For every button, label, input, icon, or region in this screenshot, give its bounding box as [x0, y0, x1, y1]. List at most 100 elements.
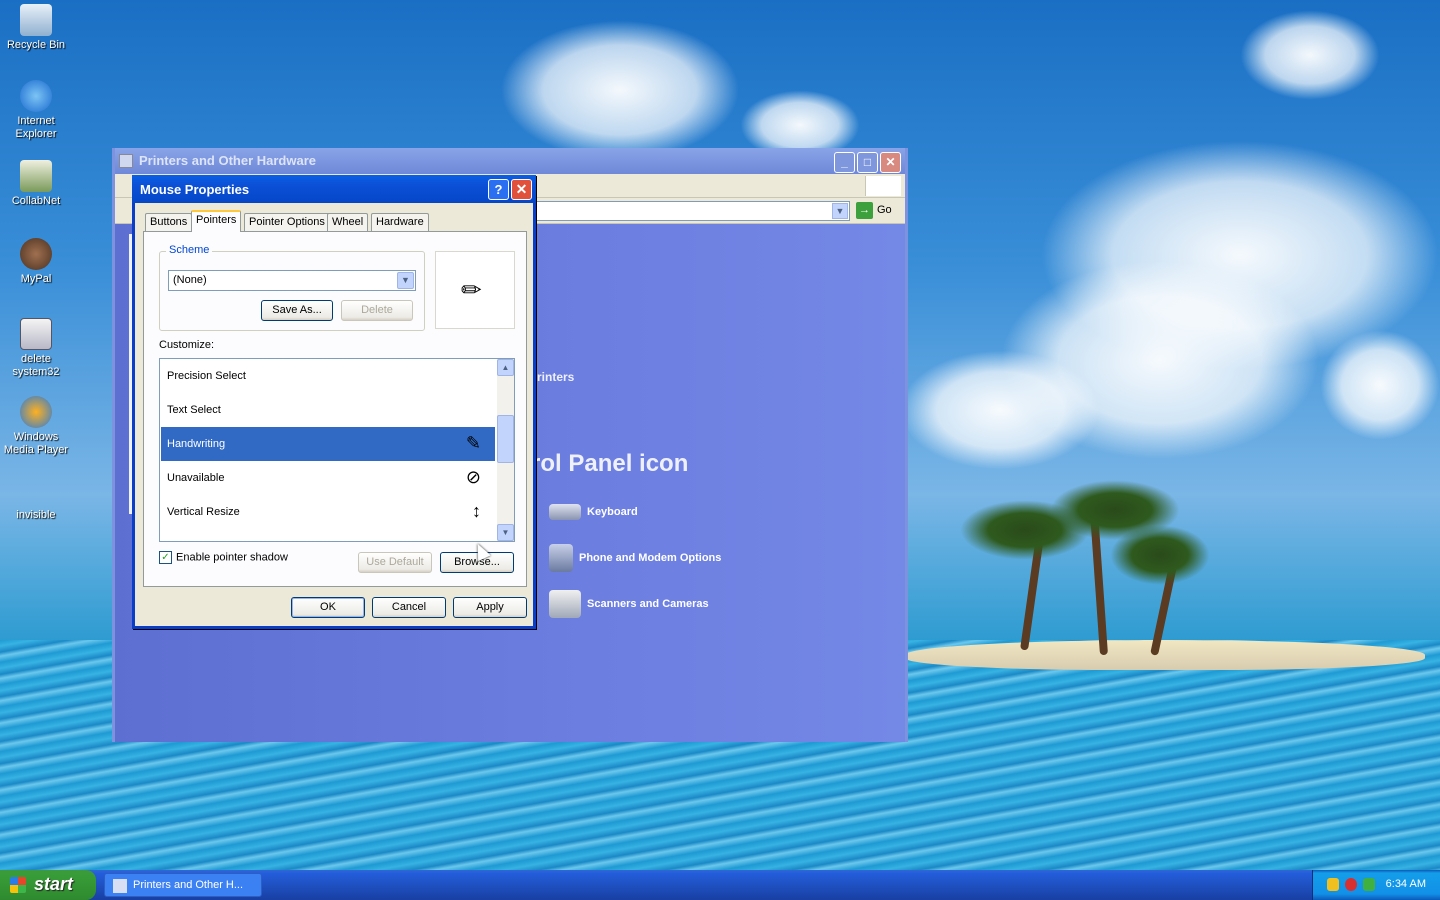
- desktop-icon-label: invisible: [16, 509, 56, 521]
- pick-icon-heading: rol Panel icon: [531, 450, 689, 477]
- cp-item-label: Phone and Modem Options: [579, 552, 722, 564]
- address-combo[interactable]: ▼: [535, 201, 850, 221]
- list-item[interactable]: Unavailable ⊘: [161, 461, 495, 495]
- tab-buttons[interactable]: Buttons: [145, 213, 193, 231]
- back-window-titlebar[interactable]: Printers and Other Hardware _ □ ✕: [115, 148, 905, 174]
- dialog-titlebar[interactable]: Mouse Properties ? ✕: [132, 175, 536, 203]
- list-item-selected[interactable]: Handwriting ✎: [161, 427, 495, 461]
- pointer-label: Vertical Resize: [167, 506, 240, 518]
- collabnet-icon: [20, 160, 52, 192]
- list-item[interactable]: Precision Select: [161, 359, 495, 393]
- desktop-icon-label: Recycle Bin: [6, 39, 66, 51]
- scheme-label: Scheme: [166, 244, 213, 256]
- customize-label: Customize:: [159, 339, 215, 351]
- cp-item-label: Keyboard: [587, 506, 638, 518]
- chevron-down-icon[interactable]: ▼: [832, 203, 848, 219]
- start-label: start: [34, 874, 74, 894]
- control-panel-icon: [119, 154, 133, 168]
- scheme-select[interactable]: (None) ▼: [168, 270, 416, 291]
- clock[interactable]: 6:34 AM: [1386, 878, 1426, 890]
- tab-hardware[interactable]: Hardware: [371, 213, 429, 231]
- control-panel-icon: [113, 879, 127, 893]
- blank-icon: [20, 474, 52, 506]
- pointer-shadow-checkbox[interactable]: ✓ Enable pointer shadow: [159, 551, 288, 564]
- desktop-icon-label: CollabNet: [11, 195, 61, 207]
- media-player-icon: [20, 396, 52, 428]
- pointer-label: Handwriting: [167, 438, 226, 450]
- recycle-bin-icon: [20, 4, 52, 36]
- maximize-button[interactable]: □: [857, 152, 878, 173]
- scanner-icon: [549, 590, 581, 619]
- desktop-icon-label: delete system32: [12, 353, 60, 378]
- ok-button[interactable]: OK: [291, 597, 365, 618]
- phone-icon: [549, 544, 573, 573]
- scroll-up-icon[interactable]: ▲: [497, 359, 514, 376]
- network-icon[interactable]: [1363, 878, 1375, 891]
- save-as-button[interactable]: Save As...: [261, 300, 333, 321]
- pointer-list[interactable]: Precision Select Text Select Handwriting…: [159, 358, 515, 542]
- cancel-button[interactable]: Cancel: [372, 597, 446, 618]
- desktop-icon-mypal[interactable]: MyPal: [0, 238, 72, 286]
- tab-wheel[interactable]: Wheel: [327, 213, 369, 231]
- desktop-icon-internet-explorer[interactable]: Internet Explorer: [0, 80, 72, 141]
- use-default-button: Use Default: [358, 552, 432, 573]
- mypal-icon: [20, 238, 52, 270]
- handwriting-cursor-icon: ✎: [455, 273, 489, 308]
- minimize-button[interactable]: _: [834, 152, 855, 173]
- taskbar-button-printers[interactable]: Printers and Other H...: [104, 873, 262, 897]
- checkmark-icon[interactable]: ✓: [159, 551, 172, 564]
- desktop-icon-recycle-bin[interactable]: Recycle Bin: [0, 4, 72, 52]
- keyboard-item[interactable]: Keyboard: [549, 496, 638, 528]
- help-button[interactable]: ?: [488, 179, 509, 200]
- internet-explorer-icon: [20, 80, 52, 112]
- scanners-cameras-item[interactable]: Scanners and Cameras: [549, 588, 709, 620]
- pointer-shadow-label: Enable pointer shadow: [176, 551, 288, 564]
- apply-button[interactable]: Apply: [453, 597, 527, 618]
- desktop-icon-delete-system32[interactable]: delete system32: [0, 318, 72, 379]
- desktop-icon-windows-media-player[interactable]: Windows Media Player: [0, 396, 72, 457]
- list-item[interactable]: Vertical Resize ↕: [161, 495, 495, 529]
- list-scrollbar[interactable]: ▲ ▼: [497, 359, 514, 541]
- handwriting-cursor-icon: ✎: [465, 433, 481, 453]
- desktop-icon-collabnet[interactable]: CollabNet: [0, 160, 72, 208]
- cursor-preview: ✎: [435, 251, 515, 329]
- scheme-value: (None): [173, 274, 207, 286]
- mouse-properties-dialog[interactable]: Mouse Properties ? ✕ Buttons Pointers Po…: [132, 175, 536, 629]
- go-button[interactable]: → Go: [856, 202, 892, 219]
- pointer-label: Text Select: [167, 404, 221, 416]
- delete-button: Delete: [341, 300, 413, 321]
- taskbar: start Printers and Other H... 6:34 AM: [0, 870, 1440, 900]
- pointers-tab-panel: Scheme (None) ▼ Save As... Delete ✎ Cust…: [143, 231, 527, 587]
- pointer-label: Unavailable: [167, 472, 225, 484]
- system-tray: 6:34 AM: [1312, 870, 1440, 900]
- list-item[interactable]: Text Select: [161, 393, 495, 427]
- tab-pointers[interactable]: Pointers: [191, 210, 242, 232]
- scroll-thumb[interactable]: [497, 415, 514, 463]
- dialog-close-button[interactable]: ✕: [511, 179, 532, 200]
- vertical-resize-cursor-icon: ↕: [472, 501, 481, 521]
- pointer-label: Precision Select: [167, 370, 246, 382]
- dialog-title: Mouse Properties: [140, 182, 250, 197]
- start-button[interactable]: start: [0, 870, 96, 900]
- security-shield-icon[interactable]: [1327, 878, 1339, 891]
- security-alert-icon[interactable]: [1345, 878, 1357, 891]
- go-label: Go: [877, 204, 892, 216]
- scheme-group: Scheme (None) ▼ Save As... Delete: [159, 244, 425, 331]
- chevron-down-icon[interactable]: ▼: [397, 272, 414, 289]
- scroll-down-icon[interactable]: ▼: [497, 524, 514, 541]
- keyboard-icon: [549, 504, 581, 521]
- desktop-icon-label: Windows Media Player: [3, 431, 69, 456]
- desktop-icon-invisible[interactable]: invisible: [0, 474, 72, 522]
- windows-logo-icon: [865, 176, 901, 196]
- back-window-title: Printers and Other Hardware: [139, 153, 316, 168]
- close-button[interactable]: ✕: [880, 152, 901, 173]
- taskbar-button-label: Printers and Other H...: [133, 879, 244, 891]
- desktop-icon-label: Internet Explorer: [15, 115, 57, 140]
- tab-pointer-options[interactable]: Pointer Options: [244, 213, 330, 231]
- windows-flag-icon: [10, 877, 26, 893]
- phone-modem-item[interactable]: Phone and Modem Options: [549, 542, 721, 574]
- printers-link[interactable]: rinters: [537, 370, 574, 384]
- go-arrow-icon: →: [856, 202, 873, 219]
- unavailable-cursor-icon: ⊘: [465, 467, 481, 487]
- batch-file-icon: [20, 318, 52, 350]
